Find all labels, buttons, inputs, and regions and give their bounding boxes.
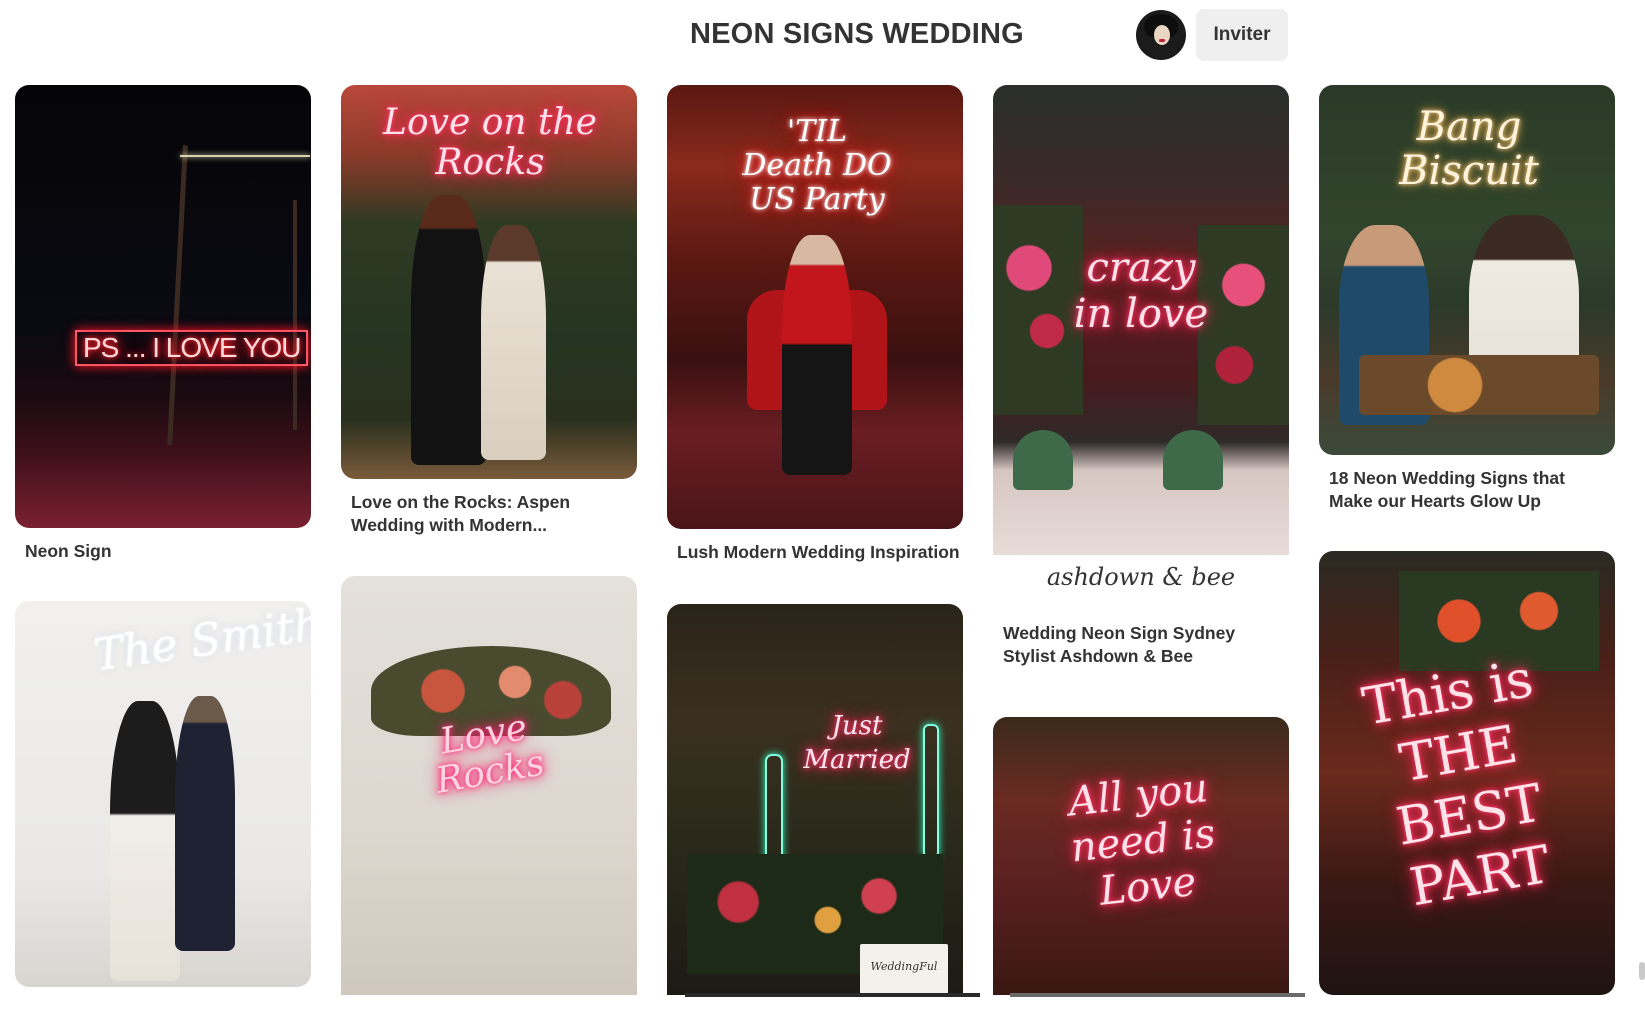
pin-caption[interactable]: Wedding Neon Sign Sydney Stylist Ashdown… [1003, 622, 1283, 668]
pin-caption[interactable]: Neon Sign [25, 540, 305, 563]
neon-text: The Smiths [90, 601, 311, 682]
groom-figure [411, 195, 486, 465]
pin-image-neon-sign[interactable]: PS ... I LOVE YOU [15, 85, 311, 528]
neon-text: Just Married [803, 711, 911, 775]
string-lights [180, 155, 310, 157]
pin-bottom-edge [1010, 993, 1305, 997]
neon-text: This is THE BEST PART [1358, 648, 1555, 919]
pin-image-lush-modern[interactable]: 'TIL Death DO US Party [667, 85, 963, 529]
pin-caption[interactable]: Love on the Rocks: Aspen Wedding with Mo… [351, 491, 636, 537]
neon-text: Bang Biscuit [1399, 104, 1539, 194]
pin-image-bang-biscuit[interactable]: Bang Biscuit [1319, 85, 1615, 455]
avatar-face [1154, 25, 1170, 45]
green-chair [1013, 430, 1073, 490]
board-header: NEON SIGNS WEDDING Inviter [0, 0, 1645, 75]
pin-image-love-on-the-rocks[interactable]: Love on the Rocks [341, 85, 637, 479]
pin-bottom-edge [685, 993, 980, 997]
avatar[interactable] [1136, 10, 1186, 60]
pin-image-just-married[interactable]: Just Married WeddingFul [667, 604, 963, 995]
scrollbar[interactable] [1639, 962, 1645, 980]
pin-image-this-is-the-best-part[interactable]: This is THE BEST PART [1319, 551, 1615, 995]
string-light-pole [293, 200, 297, 430]
neon-cactus [923, 724, 939, 858]
pizza-table [1359, 355, 1599, 415]
groom-figure [175, 696, 235, 951]
pin-image-the-smiths[interactable]: The Smiths [15, 601, 311, 987]
groom-figure [782, 235, 852, 475]
photo: crazy in love [993, 85, 1289, 555]
neon-text: 'TIL Death DO US Party [742, 114, 892, 217]
board-title: NEON SIGNS WEDDING [690, 18, 1024, 50]
invite-button[interactable]: Inviter [1196, 9, 1288, 61]
bride-figure [110, 701, 180, 981]
watermark-badge: WeddingFul [860, 944, 948, 994]
pin-image-love-rocks[interactable]: Love Rocks [341, 576, 637, 995]
watermark-script: ashdown & bee [1046, 563, 1236, 591]
watermark-text: WeddingFul [870, 960, 938, 973]
bride-figure [481, 225, 546, 460]
neon-text: All you need is Love [1066, 765, 1218, 915]
pin-image-crazy-in-love[interactable]: crazy in love ashdown & bee [993, 85, 1289, 611]
pin-image-all-you-need-is-love[interactable]: All you need is Love [993, 717, 1289, 995]
green-chair [1163, 430, 1223, 490]
pin-caption[interactable]: 18 Neon Wedding Signs that Make our Hear… [1329, 467, 1609, 513]
string-light-pole [167, 145, 188, 445]
neon-text: crazy in love [1073, 245, 1209, 337]
neon-text: PS ... I LOVE YOU [75, 330, 309, 366]
pin-caption[interactable]: Lush Modern Wedding Inspiration [677, 541, 962, 564]
avatar-lips [1159, 39, 1165, 42]
neon-text: Love on the Rocks [383, 102, 597, 183]
